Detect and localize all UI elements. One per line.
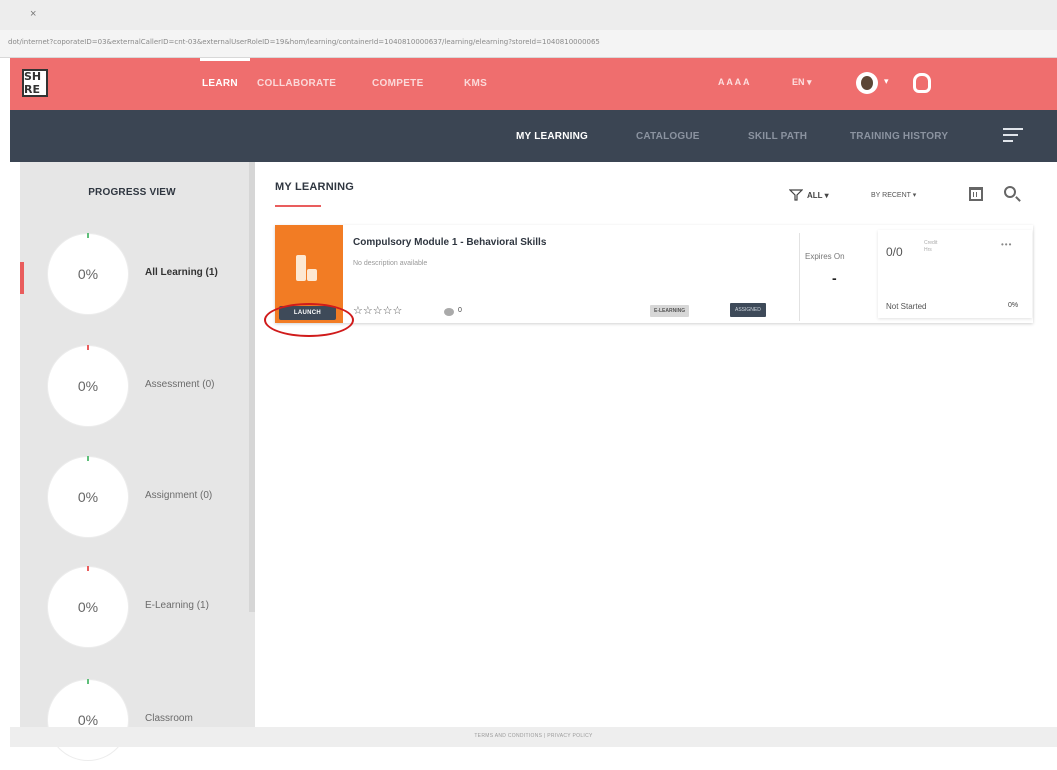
- language-selector[interactable]: EN ▾: [792, 77, 812, 88]
- company-logo[interactable]: SH RE: [22, 69, 48, 97]
- tab-my-learning[interactable]: MY LEARNING: [516, 131, 588, 142]
- tab-skill-path[interactable]: SKILL PATH: [748, 131, 807, 142]
- nav-learn[interactable]: LEARN: [202, 78, 238, 89]
- support-headset-icon[interactable]: [913, 73, 931, 93]
- progress-percent: 0%: [1008, 302, 1019, 309]
- credit-hours-label: Credit Hrs: [924, 240, 938, 253]
- progress-panel-scrollbar[interactable]: [249, 162, 255, 612]
- my-learning-content: MY LEARNING ALL ▾ BY RECENT ▾ LAUNCH Com…: [259, 162, 1057, 727]
- progress-percent: 0%: [77, 489, 99, 505]
- tab-catalogue[interactable]: CATALOGUE: [636, 131, 700, 142]
- progress-label: Assignment (0): [145, 490, 213, 501]
- font-size-controls[interactable]: A A A A: [718, 77, 750, 87]
- comment-count: 0: [458, 307, 462, 314]
- course-card[interactable]: LAUNCH Compulsory Module 1 - Behavioral …: [275, 225, 1033, 323]
- tab-close-icon[interactable]: ×: [30, 8, 36, 20]
- progress-percent: 0%: [77, 599, 99, 615]
- progress-view-panel: PROGRESS VIEW 0% All Learning (1) 0% Ass…: [20, 162, 255, 760]
- calendar-icon[interactable]: [969, 187, 983, 201]
- progress-ring-marker: [87, 679, 89, 684]
- filter-icon[interactable]: [789, 189, 803, 201]
- progress-ring-marker: [87, 566, 89, 571]
- progress-ring: 0%: [48, 679, 128, 760]
- top-navigation: SH RE LEARN COLLABORATE COMPETE KMS A A …: [10, 58, 1057, 110]
- user-avatar-icon[interactable]: [856, 72, 878, 94]
- progress-ring: 0%: [48, 345, 128, 426]
- footer-links[interactable]: TERMS AND CONDITIONS | PRIVACY POLICY: [10, 733, 1057, 739]
- progress-item-all-learning[interactable]: 0% All Learning (1): [48, 233, 268, 324]
- progress-label: E-Learning (1): [145, 600, 209, 611]
- progress-ring-marker: [87, 345, 89, 350]
- progress-label: All Learning (1): [145, 267, 218, 278]
- expires-value: -: [832, 270, 837, 286]
- progress-item-classroom[interactable]: 0% Classroom: [48, 679, 268, 770]
- search-icon[interactable]: [1004, 186, 1016, 198]
- progress-item-assessment[interactable]: 0% Assessment (0): [48, 345, 268, 436]
- progress-item-elearning[interactable]: 0% E-Learning (1): [48, 566, 268, 657]
- address-url[interactable]: dot/internet?coporateID=03&externalCalle…: [8, 38, 1048, 46]
- progress-item-assignment[interactable]: 0% Assignment (0): [48, 456, 268, 547]
- progress-status: Not Started: [886, 302, 927, 311]
- status-badge: ASSIGNED: [730, 303, 766, 317]
- progress-ring: 0%: [48, 456, 128, 537]
- progress-percent: 0%: [77, 712, 99, 728]
- device-icon: [307, 269, 317, 281]
- progress-label: Classroom: [145, 713, 193, 724]
- hamburger-menu-icon[interactable]: [1003, 128, 1023, 142]
- nav-collaborate[interactable]: COLLABORATE: [257, 78, 336, 89]
- progress-ring: 0%: [48, 233, 128, 314]
- credit-status-box: 0/0 Credit Hrs ••• Not Started 0%: [878, 230, 1032, 318]
- progress-label: Assessment (0): [145, 379, 215, 390]
- page-footer: TERMS AND CONDITIONS | PRIVACY POLICY: [10, 727, 1057, 747]
- progress-percent: 0%: [77, 378, 99, 394]
- progress-ring-marker: [87, 233, 89, 238]
- page-title: MY LEARNING: [275, 181, 355, 193]
- active-nav-indicator: [200, 58, 250, 61]
- nav-kms[interactable]: KMS: [464, 78, 487, 89]
- filter-dropdown[interactable]: ALL ▾: [807, 191, 829, 200]
- rating-stars[interactable]: ☆☆☆☆☆: [353, 304, 402, 317]
- progress-view-title: PROGRESS VIEW: [88, 187, 176, 198]
- type-badge: E-LEARNING: [650, 305, 690, 317]
- sub-navigation: MY LEARNING CATALOGUE SKILL PATH TRAININ…: [10, 110, 1057, 162]
- browser-tab-strip: ×: [0, 0, 1057, 30]
- course-description: No description available: [353, 260, 428, 267]
- nav-compete[interactable]: COMPETE: [372, 78, 424, 89]
- credit-hours-value: 0/0: [886, 245, 903, 259]
- progress-percent: 0%: [77, 266, 99, 282]
- progress-ring-marker: [87, 456, 89, 461]
- tab-training-history[interactable]: TRAINING HISTORY: [850, 131, 948, 142]
- sort-dropdown[interactable]: BY RECENT ▾: [871, 191, 916, 199]
- active-item-indicator: [20, 262, 24, 294]
- comment-icon[interactable]: [444, 308, 454, 316]
- address-bar[interactable]: dot/internet?coporateID=03&externalCalle…: [0, 30, 1057, 58]
- course-title[interactable]: Compulsory Module 1 - Behavioral Skills: [353, 237, 546, 248]
- avatar-caret-icon[interactable]: ▾: [884, 76, 889, 87]
- card-divider: [799, 233, 800, 321]
- device-icon: [296, 255, 306, 281]
- highlight-annotation-circle: [264, 303, 354, 337]
- more-options-icon[interactable]: •••: [1001, 240, 1012, 249]
- title-underline: [275, 205, 321, 207]
- progress-ring: 0%: [48, 566, 128, 647]
- expires-label: Expires On: [805, 252, 845, 261]
